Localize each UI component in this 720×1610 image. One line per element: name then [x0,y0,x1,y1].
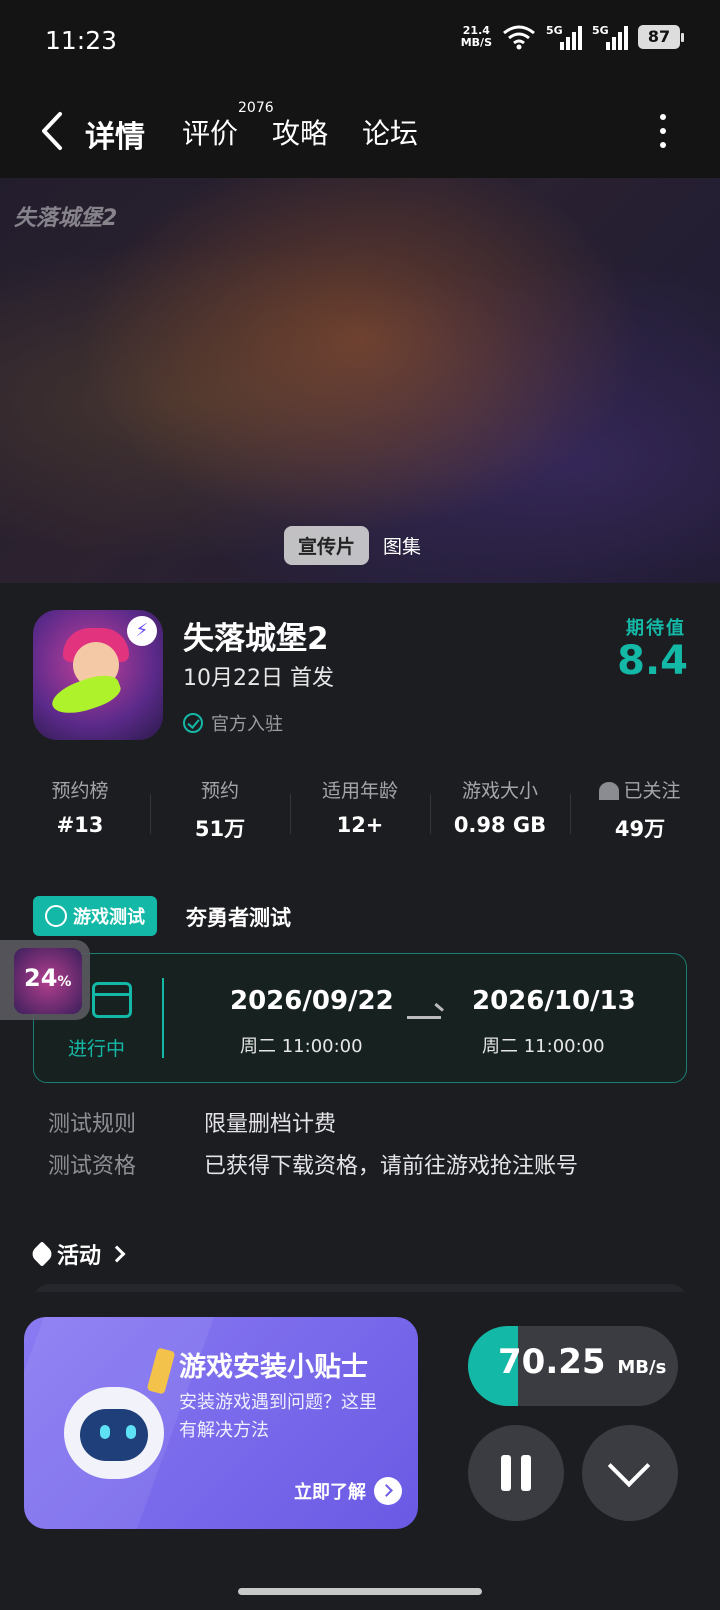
pause-button[interactable] [468,1425,564,1521]
robot-mascot-icon [52,1347,182,1499]
stat-ranking-label: 预约榜 [51,780,109,802]
tab-details-label: 详情 [85,120,145,155]
test-icon [45,905,67,927]
home-indicator[interactable] [238,1588,482,1595]
top-nav: 详情 评价 2076 攻略 论坛 [0,86,720,178]
release-date: 10月22日 首发 [183,666,334,691]
test-rule-label: 测试规则 [48,1112,137,1137]
stat-reservations: 预约 51万 [150,776,290,846]
learn-more-link[interactable]: 立即了解 [294,1477,402,1505]
tab-forum-label: 论坛 [362,117,419,150]
official-label: 官方入驻 [211,714,283,735]
tab-reviews-count: 2076 [238,100,274,116]
game-test-tag-label: 游戏测试 [73,907,145,928]
game-icon: ⚡ [33,610,163,740]
game-test-tag: 游戏测试 [33,896,157,936]
status-bar: 11:23 21.4 MB/S 5G 5G 87 [0,0,720,86]
banner-game-logo: 失落城堡2 [14,206,118,231]
test-rule-value: 限量删档计费 [204,1112,337,1137]
test-start-time: 周二 11:00:00 [240,1036,363,1057]
tab-forum[interactable]: 论坛 [362,112,418,152]
expectation-score: 8.4 [617,638,688,684]
floating-download-progress[interactable]: 24% [0,940,90,1020]
banner-tab-trailer[interactable]: 宣传片 [284,526,370,565]
stat-followed[interactable]: 已关注 49万 [570,776,710,846]
calendar-icon [92,982,132,1018]
stat-reservations-value: 51万 [194,817,246,841]
check-circle-icon [183,713,203,733]
status-time: 11:23 [45,26,118,55]
test-qualification-value: 已获得下载资格，请前往游戏抢注账号 [204,1154,579,1179]
test-schedule-card[interactable]: 进行中 2026/09/22 周二 11:00:00 2026/10/13 周二… [33,953,687,1083]
test-status: 进行中 [68,1038,126,1060]
official-badge: 官方入驻 [183,710,283,736]
chevron-right-icon [108,1245,126,1263]
stat-followed-text: 已关注 [623,780,681,802]
activity-header[interactable]: 活动 [29,1238,126,1270]
promo-banner[interactable]: 失落城堡2 宣传片 图集 [0,178,720,583]
game-stats: 预约榜 #13 预约 51万 适用年龄 12+ 游戏大小 0.98 GB 已关注… [10,776,710,846]
stat-ranking[interactable]: 预约榜 #13 [10,776,150,846]
pin-icon [29,1241,55,1267]
activity-label: 活动 [57,1244,102,1269]
heart-check-icon [599,782,620,800]
sim2-label: 5G [592,24,609,37]
battery-icon: 87 [638,25,684,49]
network-speed: 21.4 MB/S [461,25,492,49]
tab-reviews[interactable]: 评价 [182,112,238,152]
test-qualification-label: 测试资格 [48,1154,137,1179]
back-arrow-icon[interactable] [34,108,74,154]
stat-size-value: 0.98 GB [453,813,547,837]
more-options-icon[interactable] [658,114,668,148]
signal-sim1-icon: 5G [546,24,582,50]
tip-title: 游戏安装小贴士 [179,1352,368,1383]
stat-size-label: 游戏大小 [461,780,538,802]
tab-guides-label: 攻略 [272,117,329,150]
arrow-right-icon [407,1016,441,1019]
stat-age-label: 适用年龄 [321,780,398,802]
test-rule-row: 测试规则 限量删档计费 [48,1106,336,1138]
stat-size: 游戏大小 0.98 GB [430,776,570,846]
floating-progress-percent: 24% [24,964,72,992]
lightning-badge-icon: ⚡ [127,616,157,646]
banner-tab-gallery[interactable]: 图集 [383,532,421,559]
learn-more-label: 立即了解 [294,1482,366,1503]
tip-description: 安装游戏遇到问题？这里有解决方法 [179,1392,377,1441]
sim1-label: 5G [546,24,563,37]
test-name: 夯勇者测试 [186,906,291,930]
stat-reservations-label: 预约 [200,780,239,802]
stat-ranking-value: #13 [56,813,104,837]
stat-age: 适用年龄 12+ [290,776,430,846]
test-qualification-row: 测试资格 已获得下载资格，请前往游戏抢注账号 [48,1148,578,1180]
collapse-button[interactable] [582,1425,678,1521]
stat-followed-label: 已关注 [570,776,710,803]
signal-sim2-icon: 5G [592,24,628,50]
test-end-time: 周二 11:00:00 [482,1036,605,1057]
stat-age-value: 12+ [336,813,384,837]
test-start-date: 2026/09/22 [230,986,394,1016]
download-speed-indicator[interactable]: 70.25 MB/s [468,1326,678,1406]
game-title: 失落城堡2 [183,621,329,657]
network-speed-unit: MB/S [460,36,492,49]
tab-details[interactable]: 详情 [82,112,148,158]
status-icons: 21.4 MB/S 5G 5G 87 [461,24,684,50]
tab-guides[interactable]: 攻略 [272,112,328,152]
test-end-date: 2026/10/13 [472,986,636,1016]
install-tips-card[interactable]: 游戏安装小贴士 安装游戏遇到问题？这里有解决方法 立即了解 [24,1317,418,1529]
tab-reviews-label: 评价 [182,117,239,150]
expectation-label: 期待值 [626,618,686,639]
pause-icon [501,1455,531,1491]
arrow-circle-icon [374,1477,402,1505]
wifi-icon [503,25,535,50]
banner-media-tabs: 宣传片 图集 [284,526,421,565]
stat-followed-value: 49万 [614,817,666,841]
chevron-down-icon [607,1444,651,1488]
download-speed: 70.25 MB/s [498,1342,667,1382]
